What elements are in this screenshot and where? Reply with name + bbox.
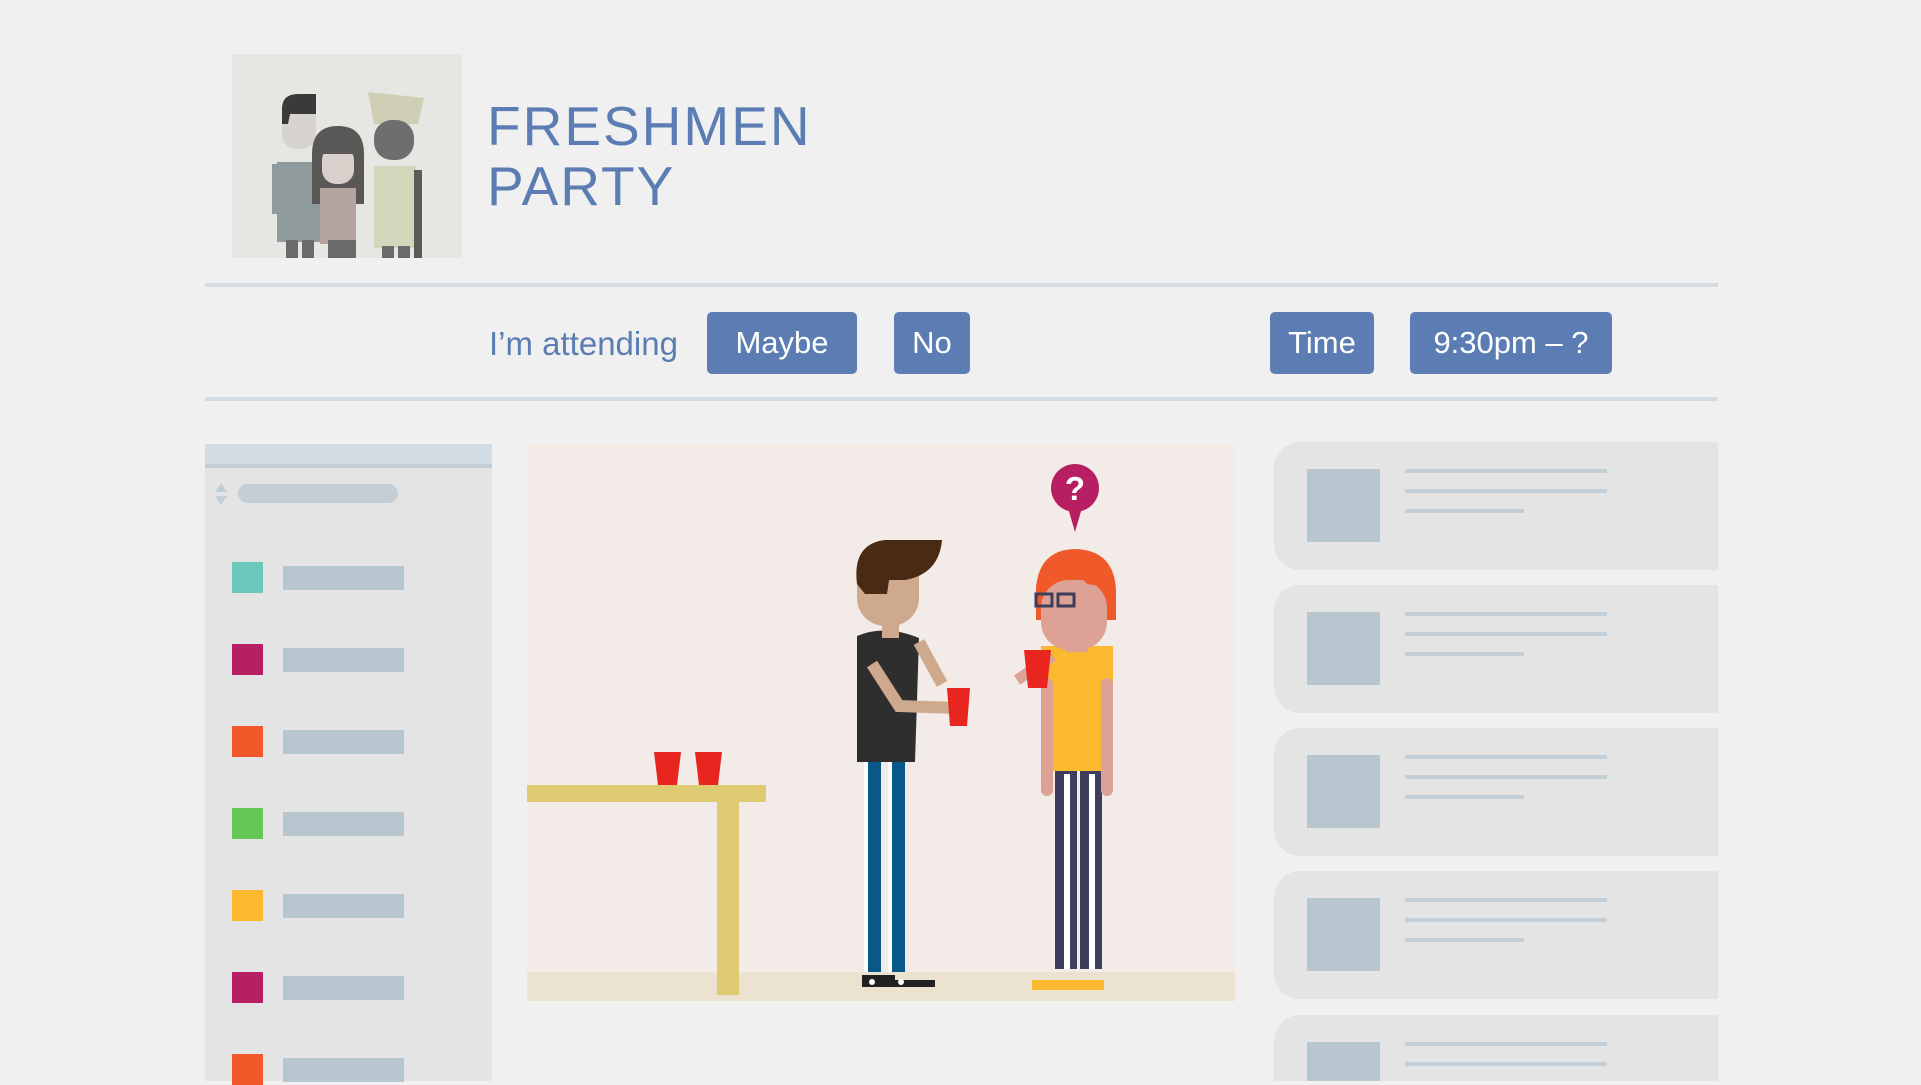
card-thumbnail <box>1307 1042 1380 1081</box>
sidebar-item[interactable] <box>232 644 412 675</box>
event-illustration: ? <box>527 444 1235 1001</box>
time-value-button[interactable]: 9:30pm – ? <box>1410 312 1612 374</box>
cup-icon <box>654 752 681 785</box>
sidebar-item-label-placeholder <box>283 648 404 672</box>
time-label-button[interactable]: Time <box>1270 312 1374 374</box>
sidebar-item-label-placeholder <box>283 812 404 836</box>
attendee-card[interactable] <box>1274 728 1718 856</box>
color-swatch <box>232 562 263 593</box>
sidebar-item-label-placeholder <box>283 976 404 1000</box>
attending-label: I’m attending <box>489 325 678 362</box>
card-thumbnail <box>1307 469 1380 542</box>
divider <box>205 283 1718 287</box>
card-text-line <box>1405 898 1607 902</box>
card-text-line <box>1405 612 1607 616</box>
event-title: FRESHMEN PARTY <box>487 96 812 216</box>
color-swatch <box>232 726 263 757</box>
event-title-line1: FRESHMEN <box>487 95 812 157</box>
event-title-line2: PARTY <box>487 155 676 217</box>
sidebar-item-label-placeholder <box>283 730 404 754</box>
card-text-line <box>1405 938 1524 942</box>
sidebar-item[interactable] <box>232 1054 412 1085</box>
card-text-line <box>1405 509 1524 513</box>
group-illustration-icon <box>272 92 424 258</box>
card-text-line <box>1405 795 1524 799</box>
card-thumbnail <box>1307 612 1380 685</box>
sidebar-item[interactable] <box>232 726 412 757</box>
card-text-line <box>1405 918 1607 922</box>
card-text-line <box>1405 632 1607 636</box>
color-swatch <box>232 972 263 1003</box>
sidebar-item-label-placeholder <box>283 1058 404 1082</box>
card-thumbnail <box>1307 755 1380 828</box>
color-swatch <box>232 644 263 675</box>
attendee-card[interactable] <box>1274 1015 1718 1081</box>
sidebar-header <box>205 444 492 464</box>
card-thumbnail <box>1307 898 1380 971</box>
question-mark: ? <box>1065 470 1085 507</box>
cup-icon <box>695 752 722 785</box>
sidebar-search-input[interactable] <box>238 484 398 503</box>
sidebar-header-border <box>205 464 492 468</box>
sidebar-item-label-placeholder <box>283 566 404 590</box>
sort-arrows-icon[interactable] <box>214 482 228 506</box>
color-swatch <box>232 890 263 921</box>
maybe-button[interactable]: Maybe <box>707 312 857 374</box>
sidebar-item-label-placeholder <box>283 894 404 918</box>
attendee-card[interactable] <box>1274 871 1718 999</box>
no-button[interactable]: No <box>894 312 970 374</box>
divider <box>205 397 1718 401</box>
color-swatch <box>232 1054 263 1085</box>
event-thumbnail <box>232 54 462 258</box>
sidebar-item[interactable] <box>232 808 412 839</box>
sidebar-item[interactable] <box>232 890 412 921</box>
card-text-line <box>1405 489 1607 493</box>
attendee-card[interactable] <box>1274 442 1718 570</box>
sidebar <box>205 444 492 1085</box>
card-text-line <box>1405 1062 1607 1066</box>
card-text-line <box>1405 469 1607 473</box>
sidebar-item[interactable] <box>232 562 412 593</box>
card-text-line <box>1405 775 1607 779</box>
attendee-card[interactable] <box>1274 585 1718 713</box>
card-text-line <box>1405 652 1524 656</box>
card-text-line <box>1405 1042 1607 1046</box>
sidebar-item[interactable] <box>232 972 412 1003</box>
color-swatch <box>232 808 263 839</box>
card-text-line <box>1405 755 1607 759</box>
